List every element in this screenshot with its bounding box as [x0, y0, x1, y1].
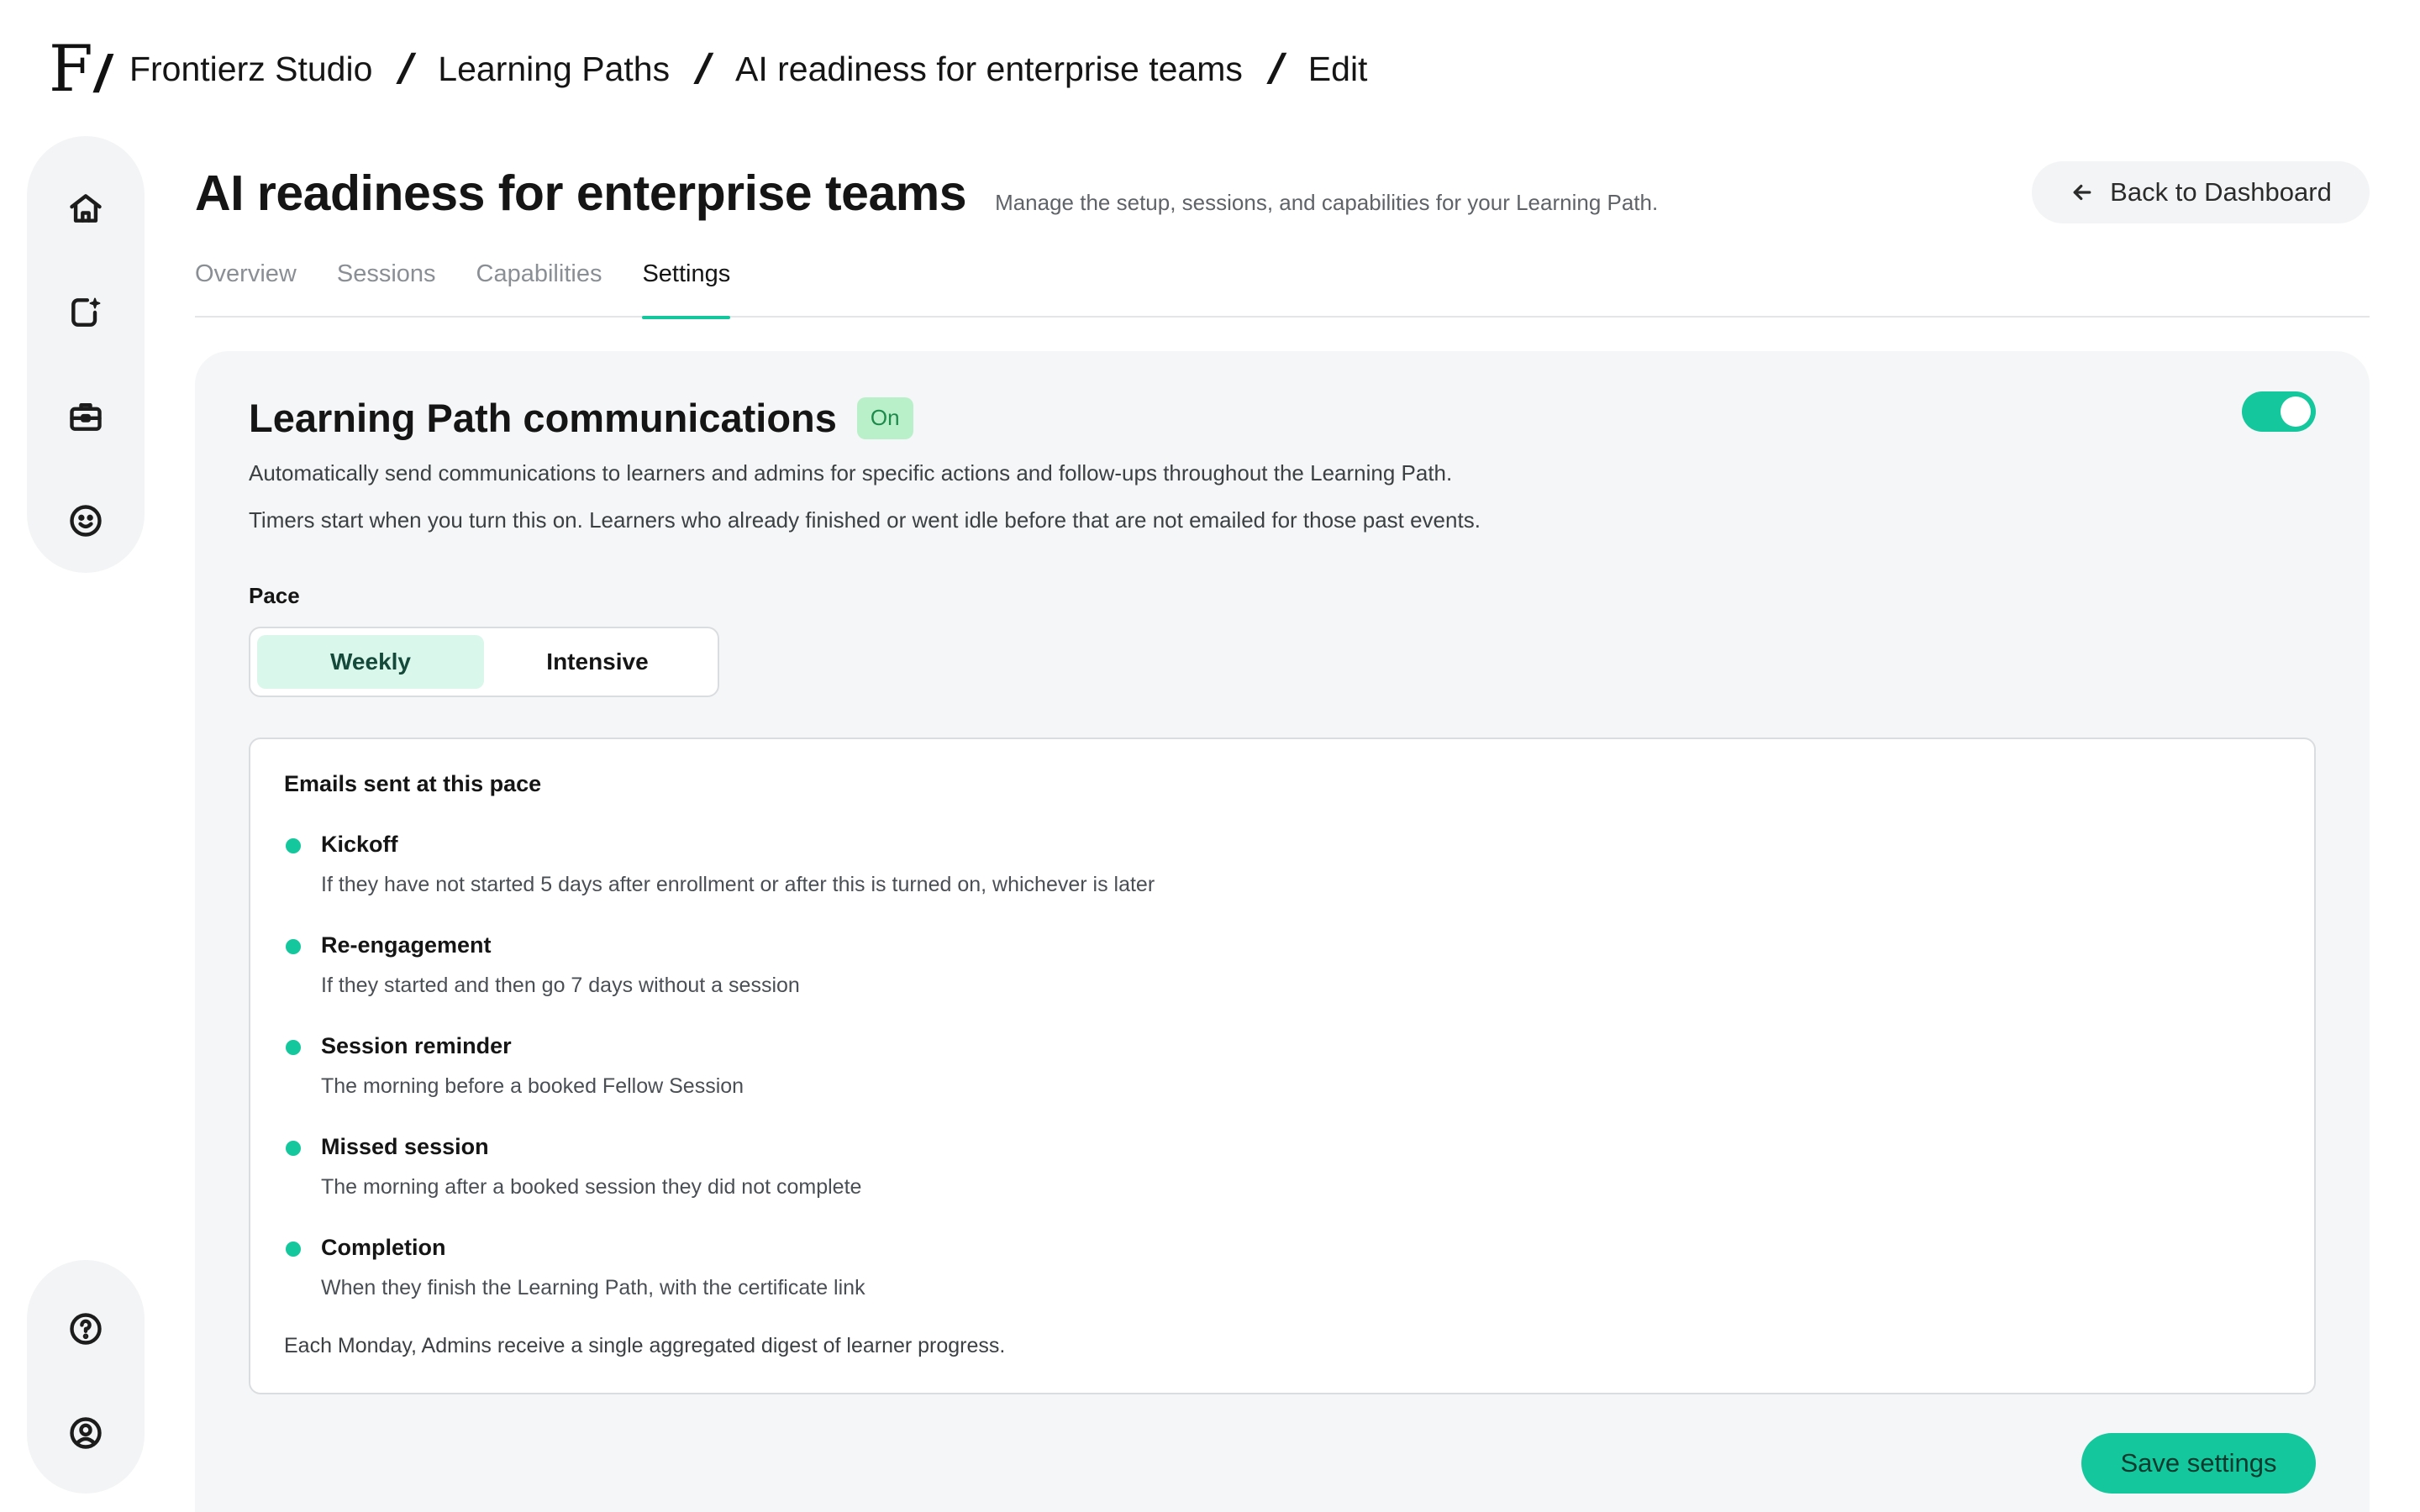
sidebar-item-briefcase[interactable] [60, 391, 111, 442]
sidebar-item-new[interactable] [60, 287, 111, 338]
tab-sessions[interactable]: Sessions [337, 252, 436, 318]
logo-slash: / [94, 45, 109, 103]
bullet-dot [286, 1040, 301, 1055]
emails-panel: Emails sent at this pace Kickoff If they… [249, 738, 2316, 1394]
sidebar-item-help[interactable] [60, 1304, 111, 1354]
list-item: Session reminder The morning before a bo… [284, 1030, 2217, 1131]
save-settings-button[interactable]: Save settings [2081, 1433, 2316, 1494]
sidebar-primary [27, 136, 145, 573]
emails-title: Emails sent at this pace [284, 771, 542, 796]
email-description: If they have not started 5 days after en… [321, 873, 1155, 896]
list-item: Kickoff If they have not started 5 days … [284, 828, 2217, 929]
list-item: Completion When they finish the Learning… [284, 1231, 2217, 1332]
pace-selector: Weekly Intensive [249, 627, 719, 697]
tab-overview[interactable]: Overview [195, 252, 297, 318]
bullet-dot [286, 1141, 301, 1156]
tab-settings[interactable]: Settings [642, 252, 730, 319]
section-header: Learning Path communications On [249, 395, 913, 441]
section-timer-note: Timers start when you turn this on. Lear… [249, 507, 1481, 533]
app-root: F / Frontierz Studio / Learning Paths / A… [0, 0, 2420, 1512]
page-header: AI readiness for enterprise teams Manage… [195, 165, 1658, 222]
pace-label: Pace [249, 583, 300, 608]
smiley-icon [70, 505, 102, 537]
new-document-sparkle-icon [71, 297, 101, 327]
breadcrumb-separator: / [694, 45, 711, 92]
bullet-dot [286, 939, 301, 954]
email-name: Completion [321, 1235, 446, 1260]
breadcrumb-item-studio[interactable]: Frontierz Studio [129, 50, 372, 89]
digest-note: Each Monday, Admins receive a single agg… [284, 1334, 1006, 1357]
breadcrumb-item-path[interactable]: AI readiness for enterprise teams [735, 50, 1243, 89]
page-subtitle: Manage the setup, sessions, and capabili… [995, 190, 1659, 215]
pace-option-weekly[interactable]: Weekly [257, 635, 484, 689]
sidebar-secondary [27, 1260, 145, 1494]
email-name: Session reminder [321, 1033, 512, 1058]
section-title: Learning Path communications [249, 396, 837, 440]
briefcase-icon [70, 403, 102, 431]
breadcrumb: F / Frontierz Studio / Learning Paths / A… [49, 29, 1367, 109]
sidebar-item-smiley[interactable] [60, 496, 111, 546]
communications-toggle[interactable] [2242, 391, 2316, 432]
breadcrumb-separator: / [1266, 45, 1284, 92]
tab-capabilities[interactable]: Capabilities [476, 252, 602, 318]
breadcrumb-item-learning-paths[interactable]: Learning Paths [438, 50, 670, 89]
sidebar-item-home[interactable] [60, 183, 111, 234]
toggle-knob [2281, 396, 2311, 427]
email-description: The morning after a booked session they … [321, 1175, 862, 1199]
email-description: When they finish the Learning Path, with… [321, 1276, 865, 1299]
email-name: Kickoff [321, 832, 398, 857]
arrow-left-icon [2073, 184, 2091, 201]
bullet-dot [286, 838, 301, 853]
page-title: AI readiness for enterprise teams [195, 165, 967, 221]
email-description: If they started and then go 7 days witho… [321, 974, 800, 997]
section-description: Automatically send communications to lea… [249, 460, 1453, 486]
help-icon [70, 1313, 102, 1345]
email-list: Kickoff If they have not started 5 days … [284, 828, 2217, 1332]
communications-card: Learning Path communications On Automati… [195, 351, 2370, 1512]
list-item: Re-engagement If they started and then g… [284, 929, 2217, 1030]
sidebar-item-account[interactable] [60, 1408, 111, 1458]
list-item: Missed session The morning after a booke… [284, 1131, 2217, 1231]
status-badge: On [856, 396, 913, 439]
logo-letter: F [49, 31, 93, 106]
back-button-label: Back to Dashboard [2110, 177, 2332, 207]
brand-logo[interactable]: F / [49, 31, 109, 106]
email-description: The morning before a booked Fellow Sessi… [321, 1074, 744, 1098]
breadcrumb-separator: / [397, 45, 414, 92]
email-name: Re-engagement [321, 932, 492, 958]
tab-bar: Overview Sessions Capabilities Settings [195, 252, 2370, 319]
account-icon [70, 1417, 102, 1449]
home-icon [70, 194, 102, 223]
breadcrumb-item-edit: Edit [1307, 49, 1368, 88]
bullet-dot [286, 1242, 301, 1257]
pace-option-intensive[interactable]: Intensive [484, 635, 711, 689]
email-name: Missed session [321, 1134, 489, 1159]
back-to-dashboard-button[interactable]: Back to Dashboard [2032, 161, 2370, 223]
